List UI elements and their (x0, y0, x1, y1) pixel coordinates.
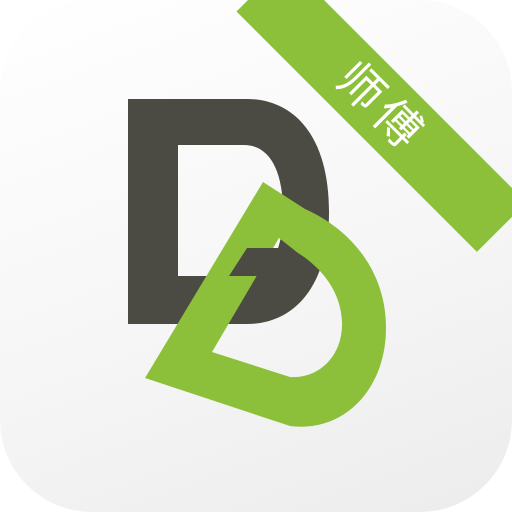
badge-label: 师傅 (325, 51, 438, 163)
corner-badge: 师傅 (0, 0, 512, 512)
corner-ribbon-band: 师傅 (236, 0, 512, 252)
app-icon-tile[interactable]: 师傅 (0, 0, 512, 512)
